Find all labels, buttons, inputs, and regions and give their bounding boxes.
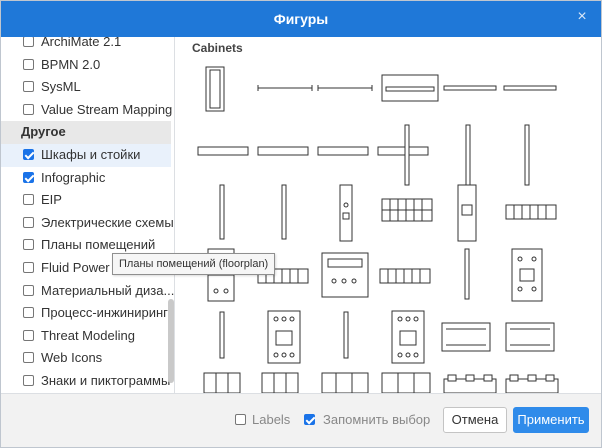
- sidebar-item-label: Знаки и пиктограммы: [41, 372, 171, 388]
- apply-button[interactable]: Применить: [513, 407, 589, 433]
- shape-terminal-block-1[interactable]: [381, 198, 433, 222]
- library-checkbox[interactable]: [23, 329, 34, 341]
- shape-contactor-4[interactable]: [391, 310, 425, 364]
- sidebar-item[interactable]: SysML: [1, 76, 171, 99]
- shape-terminal-block-2[interactable]: [505, 204, 557, 220]
- shape-contactor-3[interactable]: [267, 310, 301, 364]
- sidebar-item-label: Threat Modeling: [41, 327, 135, 343]
- shape-cabinet-tall[interactable]: [205, 66, 225, 112]
- sidebar-item[interactable]: EIP: [1, 189, 171, 212]
- shape-rack-vertical-5[interactable]: [281, 184, 287, 240]
- shape-breaker-3[interactable]: [441, 322, 491, 352]
- shape-rack-vertical-3[interactable]: [524, 124, 530, 186]
- sidebar-item[interactable]: Электрические схемы: [1, 212, 174, 235]
- labels-checkbox[interactable]: [235, 414, 246, 425]
- shape-modules-3[interactable]: [321, 372, 369, 393]
- library-checkbox[interactable]: [23, 352, 34, 364]
- shape-breaker-1[interactable]: [339, 184, 353, 242]
- shape-rack-vertical-6[interactable]: [464, 248, 470, 300]
- sidebar-scrollbar[interactable]: [168, 299, 174, 383]
- remember-choice-label: Запомнить выбор: [323, 412, 431, 427]
- sidebar-item[interactable]: Infographic: [1, 167, 171, 190]
- shape-rail-2[interactable]: [503, 85, 557, 91]
- shape-rack-vertical-8[interactable]: [343, 311, 349, 359]
- shape-rack-vertical-4[interactable]: [219, 184, 225, 240]
- shape-contactor-2[interactable]: [511, 248, 543, 302]
- sidebar-item[interactable]: BPMN 2.0: [1, 54, 171, 77]
- shape-panel-1[interactable]: [197, 146, 249, 156]
- sidebar-item-label: Fluid Power (I: [41, 259, 122, 275]
- shape-drawer-wide[interactable]: [381, 74, 439, 102]
- close-icon[interactable]: ×: [573, 8, 591, 26]
- sidebar-item-label: Электрические схемы: [41, 214, 174, 230]
- remember-choice-checkbox[interactable]: [304, 414, 315, 425]
- library-checkbox[interactable]: [23, 148, 34, 160]
- library-checkbox[interactable]: [23, 239, 34, 251]
- library-list: ArchiMate 2.1 BPMN 2.0 SysML Value Stream M…: [1, 37, 175, 393]
- sidebar-item-label: Процесс-инжиниринг: [41, 305, 168, 321]
- shape-modules-6[interactable]: [505, 374, 559, 393]
- shape-panel-4[interactable]: [377, 146, 429, 156]
- library-checkbox[interactable]: [23, 261, 34, 273]
- shape-breaker-4[interactable]: [505, 322, 555, 352]
- sidebar-item-label: ArchiMate 2.1: [41, 37, 122, 49]
- dialog-footer: Labels Запомнить выбор Отмена Применить: [1, 393, 601, 447]
- shape-shelf-long[interactable]: [257, 85, 313, 91]
- shape-panel-3[interactable]: [317, 146, 369, 156]
- shape-rack-vertical-7[interactable]: [219, 311, 225, 359]
- library-checkbox[interactable]: [23, 81, 34, 93]
- sidebar-item-label: Value Stream Mapping: [41, 101, 173, 117]
- shape-modules-2[interactable]: [261, 372, 299, 393]
- shapes-grid: [197, 66, 559, 393]
- library-checkbox[interactable]: [23, 103, 34, 115]
- shape-rack-vertical-1[interactable]: [404, 124, 410, 186]
- shape-terminal-strip-2[interactable]: [379, 268, 431, 284]
- library-checkbox[interactable]: [23, 194, 34, 206]
- dialog-title: Фигуры: [273, 11, 329, 27]
- library-checkbox[interactable]: [23, 374, 34, 386]
- sidebar-item[interactable]: Threat Modeling: [1, 325, 171, 348]
- sidebar-group-header: Другое: [1, 121, 171, 144]
- library-checkbox[interactable]: [23, 37, 34, 47]
- library-checkbox[interactable]: [23, 58, 34, 70]
- shape-rail-1[interactable]: [443, 85, 497, 91]
- sidebar-item-label: Web Icons: [41, 350, 103, 366]
- library-checkbox[interactable]: [23, 284, 34, 296]
- library-checkbox[interactable]: [23, 307, 34, 319]
- sidebar-item[interactable]: Шкафы и стойки: [1, 143, 171, 167]
- shape-rack-vertical-2[interactable]: [465, 124, 471, 186]
- shape-panel-2[interactable]: [257, 146, 309, 156]
- sidebar-item[interactable]: Value Stream Mapping: [1, 99, 173, 122]
- shape-modules-5[interactable]: [443, 374, 497, 393]
- shape-modules-4[interactable]: [381, 372, 431, 393]
- library-checkbox[interactable]: [23, 171, 34, 183]
- sidebar-item[interactable]: Процесс-инжиниринг: [1, 302, 171, 325]
- shape-modules-1[interactable]: [203, 372, 241, 393]
- sidebar-item-label: Планы помещений: [41, 237, 156, 253]
- dialog-titlebar: Фигуры ×: [1, 1, 601, 37]
- library-sidebar[interactable]: ArchiMate 2.1 BPMN 2.0 SysML Value Stream M…: [1, 37, 175, 393]
- sidebar-item-label: Шкафы и стойки: [41, 146, 141, 162]
- sidebar-item-label: Infographic: [41, 169, 106, 185]
- sidebar-item[interactable]: Знаки и пиктограммы: [1, 370, 171, 393]
- cancel-button[interactable]: Отмена: [443, 407, 507, 433]
- sidebar-item[interactable]: ArchiMate 2.1: [1, 37, 171, 54]
- shape-distribution-1[interactable]: [321, 252, 369, 298]
- library-checkbox[interactable]: [23, 216, 34, 228]
- sidebar-item[interactable]: Материальный диза...: [1, 280, 175, 303]
- shape-shelf-long-2[interactable]: [317, 85, 373, 91]
- labels-label: Labels: [252, 412, 291, 427]
- sidebar-item-label: Материальный диза...: [41, 282, 175, 298]
- sidebar-item-label: SysML: [41, 79, 81, 95]
- shapes-dialog: Фигуры × ArchiMate 2.1 BPMN 2.0 SysML Value…: [0, 0, 602, 448]
- shape-breaker-2[interactable]: [457, 184, 477, 242]
- shapes-preview-panel[interactable]: Cabinets: [176, 37, 601, 393]
- sidebar-item[interactable]: Web Icons: [1, 347, 171, 370]
- tooltip: Планы помещений (floorplan): [112, 253, 276, 275]
- sidebar-group-label: Другое: [21, 124, 66, 140]
- sidebar-item-label: BPMN 2.0: [41, 56, 101, 72]
- sidebar-item-label: EIP: [41, 192, 62, 208]
